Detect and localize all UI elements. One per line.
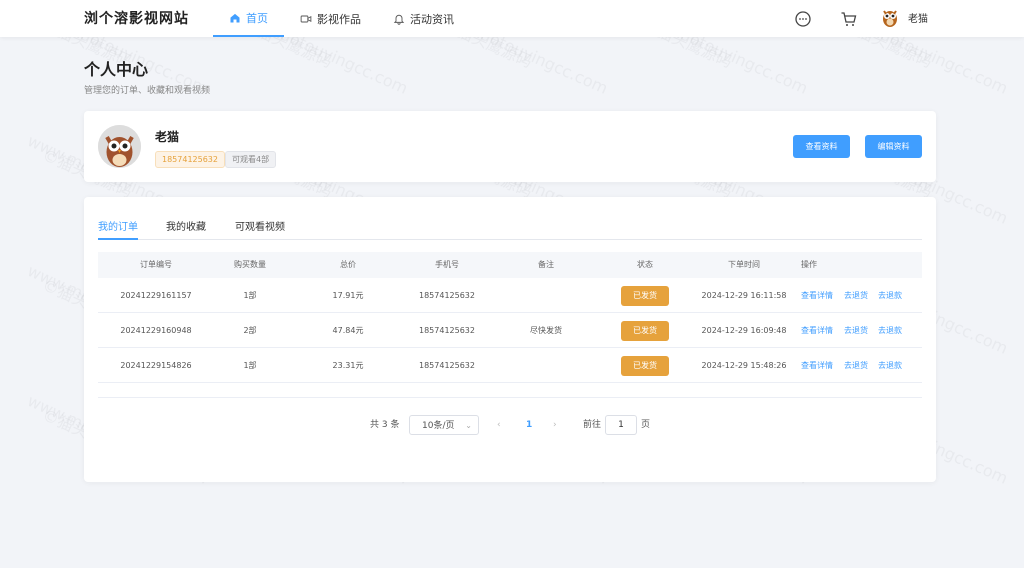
qty-cell: 1部 [243, 361, 257, 370]
view-profile-button[interactable]: 查看资料 [793, 135, 850, 158]
col-phone: 手机号 [435, 260, 459, 269]
tab-favorites[interactable]: 我的收藏 [166, 218, 206, 240]
user-menu[interactable]: 老猫 [880, 6, 928, 28]
order-time-cell: 2024-12-29 16:09:48 [701, 326, 787, 335]
col-qty: 购买数量 [234, 260, 266, 269]
avatar [883, 10, 897, 27]
pagination-total: 共 3 条 [370, 420, 400, 430]
col-note: 备注 [538, 260, 554, 269]
col-status: 状态 [637, 260, 653, 269]
refund-link[interactable]: 去退款 [878, 313, 902, 348]
goto-label: 前往 [583, 420, 602, 430]
status-badge: 已发货 [621, 321, 669, 341]
status-badge: 已发货 [621, 286, 669, 306]
phone-cell: 18574125632 [419, 326, 475, 335]
col-actions: 操作 [801, 260, 817, 269]
edit-profile-button[interactable]: 编辑资料 [865, 135, 922, 158]
orders-table: 订单编号 购买数量 总价 手机号 备注 状态 下单时间 操作 202412291… [98, 252, 922, 383]
order-id-cell: 20241229160948 [120, 326, 192, 335]
return-goods-link[interactable]: 去退货 [844, 313, 868, 348]
order-id-cell: 20241229161157 [120, 291, 192, 300]
status-badge: 已发货 [621, 356, 669, 376]
refund-link[interactable]: 去退款 [878, 278, 902, 313]
chat-icon[interactable] [794, 10, 812, 28]
view-detail-link[interactable]: 查看详情 [801, 348, 833, 383]
nav-item-news[interactable]: 活动资讯 [377, 0, 470, 37]
nav-item-works[interactable]: 影视作品 [284, 0, 377, 37]
table-row: 20241229161157 1部 17.91元 18574125632 2024-12… [98, 278, 922, 313]
qty-cell: 1部 [243, 291, 257, 300]
table-divider [98, 397, 922, 398]
return-goods-link[interactable]: 去退货 [844, 348, 868, 383]
watch-count-tag: 可观看4部 [225, 151, 277, 168]
user-name: 老猫 [908, 13, 928, 25]
table-row: 20241229160948 2部 47.84元 18574125632 尽快发货 202… [98, 313, 922, 348]
phone-cell: 18574125632 [419, 361, 475, 370]
page-title: 个人中心 [84, 60, 149, 79]
top-navbar: 浏个溶影视网站 首页 影视作品 活动资讯 老猫 [0, 0, 1024, 37]
orders-card: 我的订单 我的收藏 可观看视频 订单编号 购买数量 总价 手机号 备注 状态 下… [84, 197, 936, 482]
profile-card: 老猫 18574125632 可观看4部 查看资料 编辑资料 [84, 111, 936, 182]
home-icon [230, 13, 240, 22]
profile-avatar [98, 125, 141, 168]
view-detail-link[interactable]: 查看详情 [801, 313, 833, 348]
site-logo[interactable]: 浏个溶影视网站 [84, 8, 189, 28]
chevron-down-icon: ⌄ [465, 421, 472, 430]
phone-tag: 18574125632 [155, 151, 225, 168]
page-subtitle: 管理您的订单、收藏和观看视频 [84, 86, 211, 96]
video-icon [300, 15, 312, 22]
page-number-current[interactable]: 1 [526, 415, 532, 435]
note-cell: 尽快发货 [530, 326, 562, 335]
nav-item-home[interactable]: 首页 [213, 0, 284, 37]
goto-page-input[interactable]: 1 [605, 415, 637, 435]
order-id-cell: 20241229154826 [120, 361, 192, 370]
view-detail-link[interactable]: 查看详情 [801, 278, 833, 313]
tab-watchable[interactable]: 可观看视频 [235, 218, 285, 240]
bell-icon [393, 14, 405, 25]
total-cell: 47.84元 [332, 326, 364, 335]
main-nav: 首页 影视作品 活动资讯 [213, 0, 470, 37]
qty-cell: 2部 [243, 326, 257, 335]
col-order-id: 订单编号 [140, 260, 172, 269]
return-goods-link[interactable]: 去退货 [844, 278, 868, 313]
prev-page-icon[interactable]: ‹ [497, 415, 501, 435]
pagination: 共 3 条 10条/页 ⌄ ‹ 1 › 前往 1 页 [84, 415, 936, 435]
total-cell: 23.31元 [332, 361, 364, 370]
cart-icon[interactable] [840, 10, 858, 28]
table-header: 订单编号 购买数量 总价 手机号 备注 状态 下单时间 操作 [98, 252, 922, 278]
owl-avatar-icon [98, 125, 141, 168]
phone-cell: 18574125632 [419, 291, 475, 300]
page-size-select[interactable]: 10条/页 ⌄ [409, 415, 479, 435]
total-cell: 17.91元 [332, 291, 364, 300]
next-page-icon[interactable]: › [553, 415, 557, 435]
tab-orders[interactable]: 我的订单 [98, 218, 138, 240]
table-row: 20241229154826 1部 23.31元 18574125632 2024-12… [98, 348, 922, 383]
order-time-cell: 2024-12-29 16:11:58 [701, 291, 787, 300]
refund-link[interactable]: 去退款 [878, 348, 902, 383]
tab-bar: 我的订单 我的收藏 可观看视频 [98, 218, 922, 240]
profile-name: 老猫 [155, 130, 180, 144]
order-time-cell: 2024-12-29 15:48:26 [701, 361, 787, 370]
col-time: 下单时间 [728, 260, 760, 269]
goto-suffix: 页 [641, 420, 651, 430]
col-total: 总价 [340, 260, 356, 269]
